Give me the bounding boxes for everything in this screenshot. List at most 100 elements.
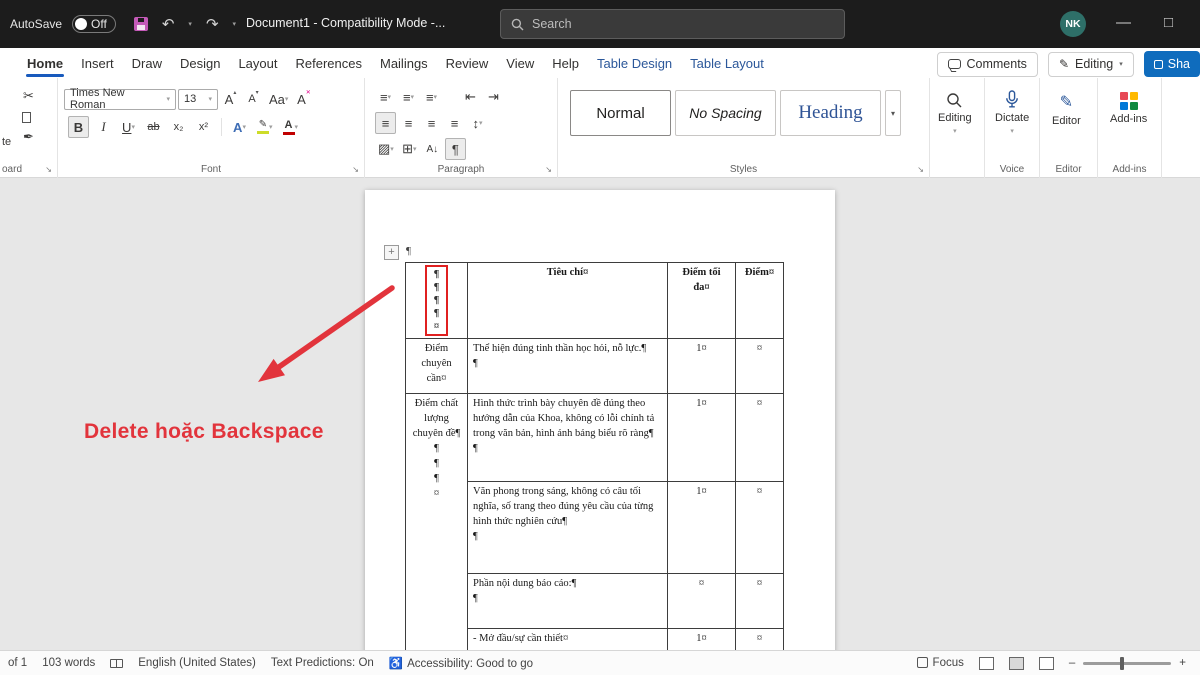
minimize-button[interactable]: —	[1112, 14, 1135, 31]
cell-format-max[interactable]: 1¤	[668, 394, 736, 482]
cell-marks[interactable]: ¶ ¶ ¶ ¶ ¤	[406, 263, 468, 339]
proofing-errors-icon[interactable]	[110, 659, 123, 668]
undo-button[interactable]: ↶	[158, 15, 179, 33]
paragraph-dialog-launcher-icon[interactable]: ↘	[545, 165, 552, 174]
clear-formatting-button[interactable]: A ✕	[293, 88, 314, 110]
editor-button[interactable]: ✎ Editor	[1052, 92, 1081, 127]
dictate-button[interactable]: Dictate ▾	[995, 90, 1029, 135]
bold-button[interactable]: B	[68, 116, 89, 138]
paragraph-marks-highlight[interactable]: ¶ ¶ ¶ ¶ ¤	[425, 265, 449, 336]
align-left-button[interactable]: ≡	[375, 112, 396, 134]
style-no-spacing[interactable]: No Spacing	[675, 90, 776, 136]
zoom-slider-thumb[interactable]	[1120, 657, 1124, 670]
cell-style-max[interactable]: 1¤	[668, 482, 736, 574]
tab-review[interactable]: Review	[437, 50, 498, 77]
cell-content-max[interactable]: ¤	[668, 574, 736, 629]
styles-dialog-launcher-icon[interactable]: ↘	[917, 165, 924, 174]
styles-more-button[interactable]: ▾	[885, 90, 901, 136]
redo-button[interactable]: ↷	[202, 15, 223, 33]
tab-help[interactable]: Help	[543, 50, 588, 77]
copy-icon[interactable]	[22, 112, 31, 123]
page-indicator[interactable]: of 1	[8, 657, 27, 669]
font-color-button[interactable]: A ▾	[280, 116, 302, 138]
cell-header-score[interactable]: Điểm¤	[736, 263, 784, 339]
word-count[interactable]: 103 words	[42, 657, 95, 669]
table-move-handle[interactable]: +	[384, 245, 399, 260]
accessibility-status[interactable]: ♿Accessibility: Good to go	[389, 656, 533, 670]
cell-quality-label[interactable]: Điểm chất lượng chuyên đề¶ ¶ ¶ ¶ ¤	[406, 394, 468, 651]
tab-insert[interactable]: Insert	[72, 50, 123, 77]
avatar[interactable]: NK	[1060, 11, 1086, 37]
cell-content-score[interactable]: ¤	[736, 574, 784, 629]
cell-intro-text[interactable]: - Mở đầu/sự cần thiết¤	[468, 629, 668, 651]
italic-button[interactable]: I	[93, 116, 114, 138]
paste-button-partial[interactable]: te	[2, 136, 11, 148]
tab-draw[interactable]: Draw	[123, 50, 171, 77]
document-page[interactable]: + ¶ ¶ ¶ ¶ ¶ ¤ Tiêu chí¤ Điểm tối đa¤ Điể…	[365, 190, 835, 650]
multilevel-list-button[interactable]: ≡ ▾	[421, 86, 442, 108]
autosave-toggle[interactable]: Off	[72, 15, 116, 33]
strikethrough-button[interactable]: ab	[143, 116, 164, 138]
cell-format-score[interactable]: ¤	[736, 394, 784, 482]
justify-button[interactable]: ≡	[444, 112, 465, 134]
toolbar-more-caret-icon[interactable]: ▾	[233, 20, 237, 28]
text-predictions-status[interactable]: Text Predictions: On	[271, 657, 374, 669]
line-spacing-button[interactable]: ↕ ▾	[467, 112, 488, 134]
decrease-indent-button[interactable]: ⇤	[460, 86, 481, 108]
shading-button[interactable]: ▨ ▾	[375, 138, 397, 160]
comments-button[interactable]: Comments	[937, 52, 1038, 77]
align-right-button[interactable]: ≡	[421, 112, 442, 134]
cut-icon[interactable]: ✂	[18, 88, 39, 104]
zoom-slider[interactable]	[1083, 662, 1171, 665]
print-layout-button[interactable]	[1009, 657, 1024, 670]
cell-intro-max[interactable]: 1¤	[668, 629, 736, 651]
format-painter-icon[interactable]: ✒	[18, 129, 39, 145]
save-icon[interactable]	[134, 17, 148, 31]
show-formatting-marks-button[interactable]: ¶	[445, 138, 466, 160]
cell-style-score[interactable]: ¤	[736, 482, 784, 574]
change-case-button[interactable]: Aa ▾	[266, 88, 291, 110]
superscript-button[interactable]: x²	[193, 116, 214, 138]
editing-mode-dropdown[interactable]: ✎ Editing ▾	[1048, 52, 1134, 77]
tab-table-design[interactable]: Table Design	[588, 50, 681, 77]
style-heading[interactable]: Heading	[780, 90, 881, 136]
tab-design[interactable]: Design	[171, 50, 229, 77]
shrink-font-button[interactable]: A ▾	[243, 88, 264, 110]
tab-mailings[interactable]: Mailings	[371, 50, 437, 77]
focus-mode-button[interactable]: Focus	[917, 657, 964, 669]
font-size-select[interactable]: 13 ▾	[178, 89, 218, 110]
cell-header-criteria[interactable]: Tiêu chí¤	[468, 263, 668, 339]
borders-button[interactable]: ⊞ ▾	[399, 138, 420, 160]
read-mode-button[interactable]	[979, 657, 994, 670]
underline-button[interactable]: U ▾	[118, 116, 139, 138]
undo-caret-icon[interactable]: ▾	[188, 20, 192, 28]
tab-view[interactable]: View	[497, 50, 543, 77]
cell-content-text[interactable]: Phần nội dung báo cáo:¶ ¶	[468, 574, 668, 629]
cell-intro-score[interactable]: ¤	[736, 629, 784, 651]
font-family-select[interactable]: Times New Roman ▾	[64, 89, 176, 110]
text-effects-button[interactable]: A ▾	[229, 116, 250, 138]
tab-table-layout[interactable]: Table Layout	[681, 50, 773, 77]
align-center-button[interactable]: ≡	[398, 112, 419, 134]
editing-menu-button[interactable]: Editing ▾	[938, 92, 972, 135]
cell-attendance-label[interactable]: Điểm chuyên cần¤	[406, 339, 468, 394]
cell-attendance-text[interactable]: Thể hiện đúng tinh thần học hỏi, nỗ lực.…	[468, 339, 668, 394]
web-layout-button[interactable]	[1039, 657, 1054, 670]
share-button[interactable]: Sha	[1144, 51, 1200, 77]
bullets-button[interactable]: ≡ ▾	[375, 86, 396, 108]
zoom-in-button[interactable]: +	[1179, 657, 1186, 669]
style-normal[interactable]: Normal	[570, 90, 671, 136]
cell-attendance-score[interactable]: ¤	[736, 339, 784, 394]
cell-format-text[interactable]: Hình thức trình bày chuyên đề đúng theo …	[468, 394, 668, 482]
highlight-color-button[interactable]: ✎ ▾	[254, 116, 276, 138]
sort-button[interactable]: A↓	[422, 138, 443, 160]
zoom-out-button[interactable]: –	[1069, 657, 1075, 669]
tab-home[interactable]: Home	[18, 50, 72, 77]
cell-style-text[interactable]: Văn phong trong sáng, không có câu tối n…	[468, 482, 668, 574]
increase-indent-button[interactable]: ⇥	[483, 86, 504, 108]
tab-layout[interactable]: Layout	[229, 50, 286, 77]
addins-button[interactable]: Add-ins	[1110, 92, 1147, 125]
language-status[interactable]: English (United States)	[138, 657, 256, 669]
maximize-button[interactable]: □	[1160, 14, 1177, 31]
cell-attendance-max[interactable]: 1¤	[668, 339, 736, 394]
